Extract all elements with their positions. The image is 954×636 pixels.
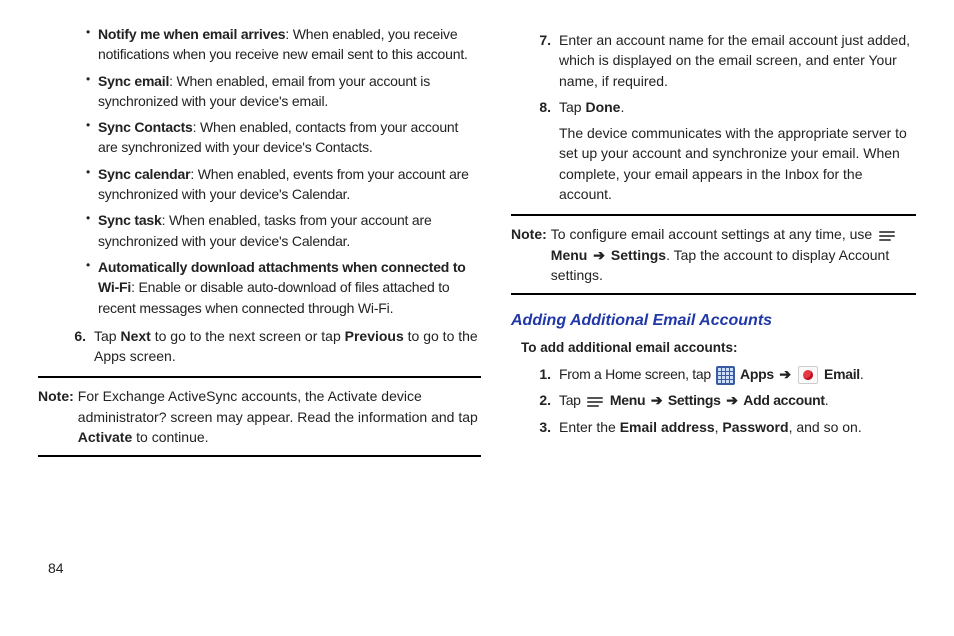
step-number: 8.: [527, 97, 559, 204]
list-item: • Sync email: When enabled, email from y…: [86, 71, 481, 112]
note-block: Note: For Exchange ActiveSync accounts, …: [38, 376, 481, 457]
section-heading: Adding Additional Email Accounts: [511, 309, 916, 332]
text: .: [860, 366, 864, 382]
activate-label: Activate: [78, 429, 132, 445]
list-item: • Notify me when email arrives: When ena…: [86, 24, 481, 65]
add-account-label: Add account: [743, 392, 824, 408]
text: .: [620, 99, 624, 115]
bullet-icon: •: [86, 164, 98, 205]
page-number: 84: [0, 560, 954, 576]
text: Tap: [94, 328, 120, 344]
add-step-3: 3. Enter the Email address, Password, an…: [527, 417, 916, 437]
option-title: Notify me when email arrives: [98, 26, 285, 42]
note-label: Note:: [511, 224, 551, 285]
settings-label: Settings: [611, 247, 666, 263]
option-title: Sync email: [98, 73, 169, 89]
bullet-icon: •: [86, 24, 98, 65]
arrow-icon: ➔: [651, 392, 662, 408]
step-number: 7.: [527, 30, 559, 91]
add-step-2: 2. Tap Menu ➔ Settings ➔ Add account.: [527, 390, 916, 410]
step-text: Enter an account name for the email acco…: [559, 30, 916, 91]
next-label: Next: [120, 328, 150, 344]
menu-icon: [878, 228, 896, 244]
option-title: Sync calendar: [98, 166, 190, 182]
step-number: 3.: [527, 417, 559, 437]
text: to go to the next screen or tap: [151, 328, 345, 344]
text: Tap: [559, 99, 585, 115]
note-text: to continue.: [132, 429, 208, 445]
menu-icon: [586, 394, 604, 410]
list-item: • Sync calendar: When enabled, events fr…: [86, 164, 481, 205]
done-label: Done: [585, 99, 620, 115]
text: .: [825, 392, 829, 408]
step-number: 1.: [527, 364, 559, 384]
option-title: Sync Contacts: [98, 119, 193, 135]
note-label: Note:: [38, 386, 78, 447]
menu-label: Menu: [610, 392, 645, 408]
step-6: 6. Tap Next to go to the next screen or …: [62, 326, 481, 367]
arrow-icon: ➔: [726, 392, 737, 408]
text: From a Home screen, tap: [559, 366, 714, 382]
step-number: 6.: [62, 326, 94, 367]
list-item: • Automatically download attachments whe…: [86, 257, 481, 318]
apps-label: Apps: [740, 366, 774, 382]
text: , and so on.: [789, 419, 862, 435]
list-item: • Sync Contacts: When enabled, contacts …: [86, 117, 481, 158]
text: Enter the: [559, 419, 620, 435]
sub-heading: To add additional email accounts:: [521, 338, 916, 358]
email-address-label: Email address: [620, 419, 715, 435]
text: Tap: [559, 392, 584, 408]
sync-options-list: • Notify me when email arrives: When ena…: [86, 24, 481, 318]
step-number: 2.: [527, 390, 559, 410]
bullet-icon: •: [86, 117, 98, 158]
password-label: Password: [722, 419, 788, 435]
step-7: 7. Enter an account name for the email a…: [527, 30, 916, 91]
previous-label: Previous: [345, 328, 404, 344]
arrow-icon: ➔: [593, 247, 605, 263]
email-label: Email: [824, 366, 860, 382]
bullet-icon: •: [86, 257, 98, 318]
email-icon: [798, 366, 818, 384]
note-block: Note: To configure email account setting…: [511, 214, 916, 295]
note-text: For Exchange ActiveSync accounts, the Ac…: [78, 388, 478, 424]
bullet-icon: •: [86, 71, 98, 112]
right-column: 7. Enter an account name for the email a…: [521, 24, 916, 550]
arrow-icon: ➔: [779, 366, 790, 382]
menu-label: Menu: [551, 247, 588, 263]
bullet-icon: •: [86, 210, 98, 251]
option-desc: : Enable or disable auto-download of fil…: [98, 279, 450, 315]
step-paragraph: The device communicates with the appropr…: [559, 123, 916, 204]
left-column: • Notify me when email arrives: When ena…: [38, 24, 481, 550]
settings-label: Settings: [668, 392, 721, 408]
option-title: Sync task: [98, 212, 162, 228]
list-item: • Sync task: When enabled, tasks from yo…: [86, 210, 481, 251]
step-8: 8. Tap Done. The device communicates wit…: [527, 97, 916, 204]
add-step-1: 1. From a Home screen, tap Apps ➔ Email.: [527, 364, 916, 384]
apps-icon: [716, 367, 734, 383]
note-text: To configure email account settings at a…: [551, 226, 876, 242]
